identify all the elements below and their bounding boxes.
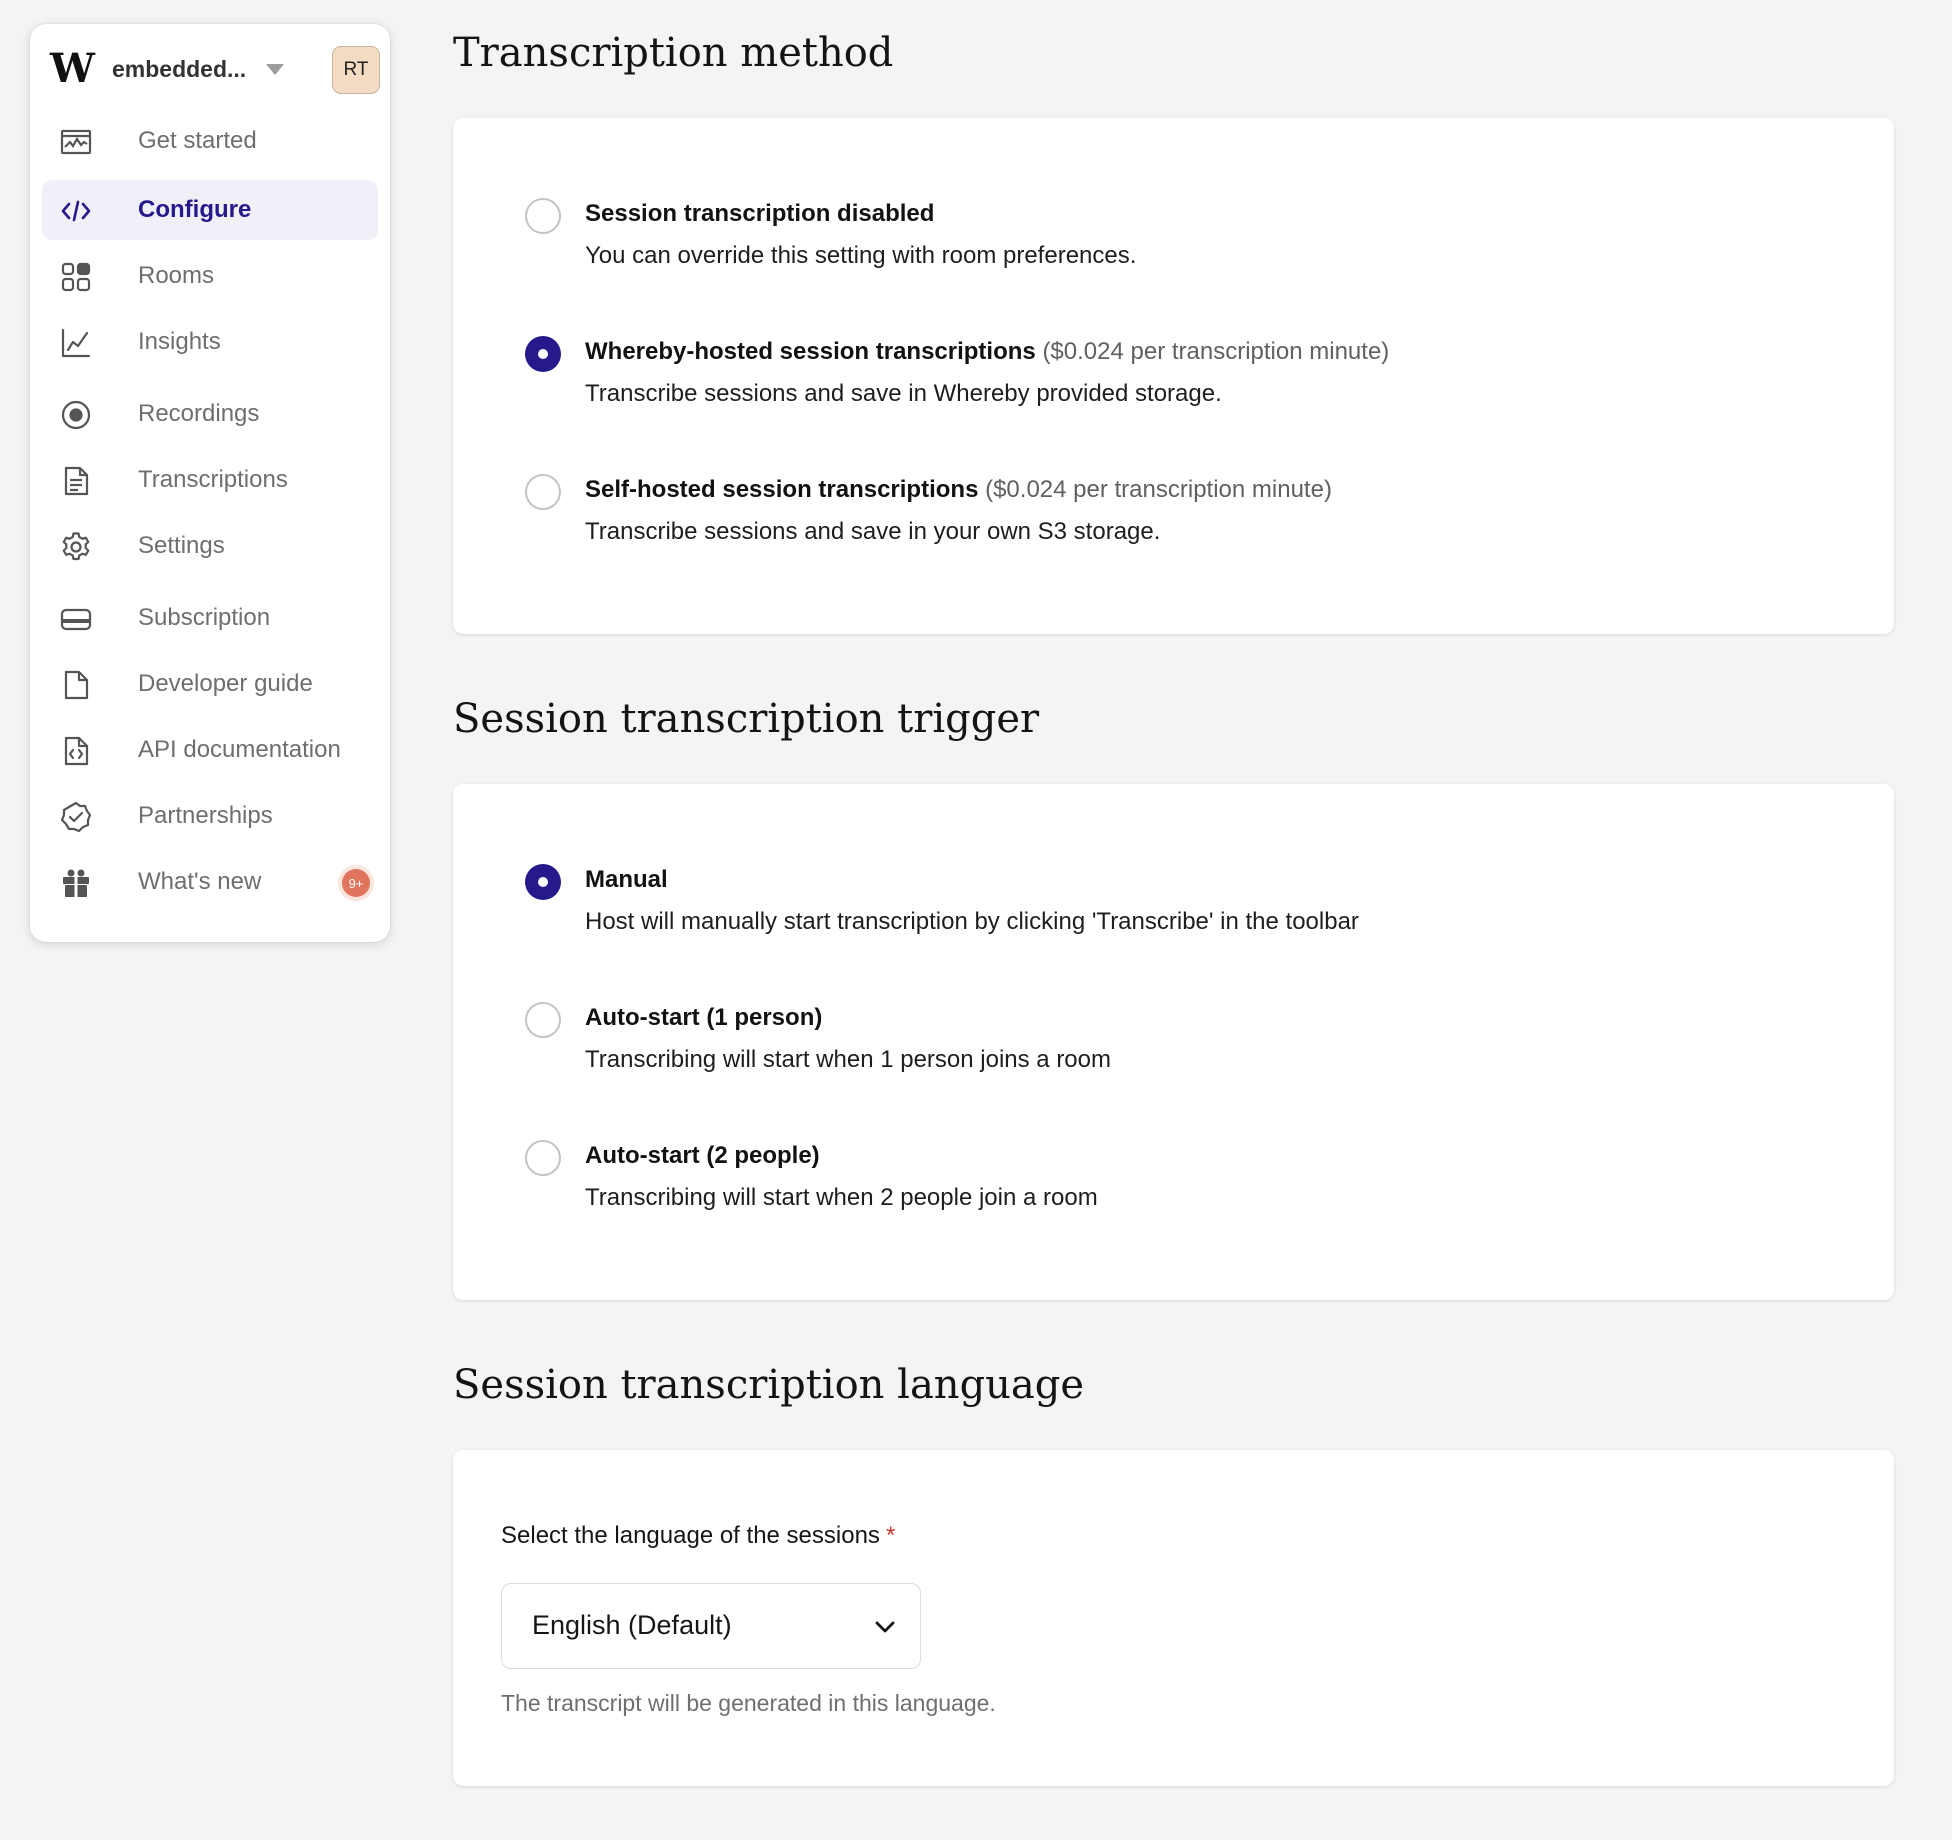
avatar[interactable]: RT [332,46,380,94]
sidebar: W embedded... RT Get started Configure R… [30,24,390,942]
sidebar-item-partnerships[interactable]: Partnerships [42,786,378,846]
language-select-value: English (Default) [532,1610,732,1640]
option-auto-start-2-people[interactable]: Auto-start (2 people) Transcribing will … [525,1138,1825,1218]
sidebar-item-label: Subscription [138,604,271,631]
required-asterisk: * [885,1522,896,1549]
option-title: Manual [585,866,668,893]
org-switcher[interactable]: W embedded... RT [50,42,380,96]
sidebar-item-label: Transcriptions [138,466,288,493]
radio-button[interactable] [525,336,561,372]
language-select-label-text: Select the language of the sessions [501,1522,880,1549]
transcription-method-card: Session transcription disabled You can o… [453,118,1894,634]
radio-button[interactable] [525,474,561,510]
option-title: Whereby-hosted session transcriptions ($… [585,338,1389,366]
radio-button[interactable] [525,1140,561,1176]
section-title-transcription-language: Session transcription language [453,1362,1085,1408]
sidebar-item-label: Get started [138,127,257,154]
option-title: Auto-start (2 people) [585,1142,820,1169]
radio-button[interactable] [525,864,561,900]
sidebar-item-developer-guide[interactable]: Developer guide [42,654,378,714]
sidebar-item-get-started[interactable]: Get started [42,111,378,171]
chevron-down-icon [875,1621,895,1633]
option-whereby-hosted[interactable]: Whereby-hosted session transcriptions ($… [525,334,1825,414]
language-select-label: Select the language of the sessions * [501,1522,895,1550]
grid-icon [61,262,91,292]
line-chart-icon [61,328,91,358]
radio-button[interactable] [525,198,561,234]
option-description: Host will manually start transcription b… [585,908,1359,935]
sidebar-item-label: Developer guide [138,670,313,697]
radio-button[interactable] [525,1002,561,1038]
gear-icon [62,532,90,561]
option-description: Transcribe sessions and save in your own… [585,518,1161,545]
gift-icon [63,869,89,897]
sidebar-item-label: Rooms [138,262,215,289]
sidebar-item-whats-new[interactable]: What's new 9+ [42,852,378,912]
section-title-transcription-trigger: Session transcription trigger [453,696,1040,742]
verified-badge-icon [60,801,92,833]
sidebar-item-insights[interactable]: Insights [42,312,378,372]
option-title-text: Whereby-hosted session transcriptions [585,338,1036,365]
chart-icon [60,129,92,155]
sidebar-item-label: Partnerships [138,802,273,829]
option-manual[interactable]: Manual Host will manually start transcri… [525,862,1825,942]
sidebar-item-label: What's new [138,868,262,895]
option-title: Auto-start (1 person) [585,1004,823,1031]
document-icon [64,466,89,496]
sidebar-item-subscription[interactable]: Subscription [42,588,378,648]
sidebar-item-recordings[interactable]: Recordings [42,384,378,444]
code-icon [61,200,91,222]
transcription-trigger-card: Manual Host will manually start transcri… [453,784,1894,1300]
option-self-hosted[interactable]: Self-hosted session transcriptions ($0.0… [525,472,1825,552]
option-description: You can override this setting with room … [585,242,1137,269]
option-description: Transcribing will start when 2 people jo… [585,1184,1098,1211]
sidebar-item-label: Recordings [138,400,260,427]
option-title: Self-hosted session transcriptions ($0.0… [585,476,1332,504]
option-price: ($0.024 per transcription minute) [1042,338,1390,365]
option-description: Transcribe sessions and save in Whereby … [585,380,1222,407]
option-auto-start-1-person[interactable]: Auto-start (1 person) Transcribing will … [525,1000,1825,1080]
sidebar-item-label: API documentation [138,736,341,763]
option-session-transcription-disabled[interactable]: Session transcription disabled You can o… [525,196,1825,276]
option-title: Session transcription disabled [585,200,935,227]
file-icon [64,670,89,700]
whereby-logo: W [50,45,95,92]
notification-badge: 9+ [342,869,370,897]
code-file-icon [64,736,89,766]
sidebar-item-api-documentation[interactable]: API documentation [42,720,378,780]
sidebar-item-label: Configure [138,196,252,223]
option-description: Transcribing will start when 1 person jo… [585,1046,1111,1073]
sidebar-item-configure[interactable]: Configure [42,180,378,240]
sidebar-item-transcriptions[interactable]: Transcriptions [42,450,378,510]
option-price: ($0.024 per transcription minute) [985,476,1332,503]
caret-down-icon[interactable] [266,63,285,75]
transcription-language-card: Select the language of the sessions * Eng… [453,1450,1894,1786]
language-hint: The transcript will be generated in this… [501,1690,996,1716]
sidebar-item-settings[interactable]: Settings [42,516,378,576]
language-select[interactable]: English (Default) [501,1583,921,1669]
credit-card-icon [60,608,92,631]
sidebar-item-label: Settings [138,532,225,559]
record-icon [61,400,91,430]
option-title-text: Self-hosted session transcriptions [585,476,979,503]
sidebar-item-rooms[interactable]: Rooms [42,246,378,306]
section-title-transcription-method: Transcription method [453,30,894,76]
sidebar-item-label: Insights [138,328,221,355]
org-name[interactable]: embedded... [112,56,246,83]
